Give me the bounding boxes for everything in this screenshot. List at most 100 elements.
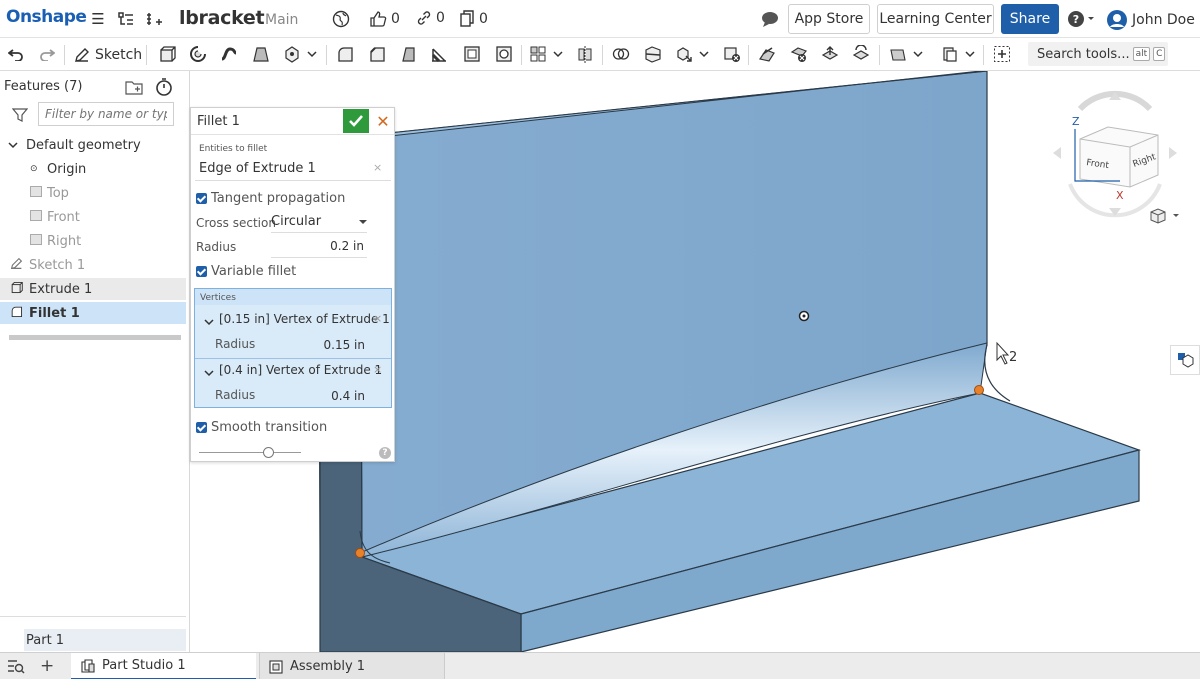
vertex-item[interactable]: [0.4 in] Vertex of Extrude 1 × Radius 0.… <box>195 359 391 407</box>
branch-name[interactable]: Main <box>265 12 298 28</box>
replace-face-icon[interactable] <box>851 44 871 64</box>
undo-icon[interactable] <box>6 44 26 64</box>
thicken-icon[interactable] <box>282 44 302 64</box>
help-icon[interactable]: ? <box>379 447 391 459</box>
transform-icon[interactable] <box>674 44 694 64</box>
tab-manager-icon[interactable] <box>7 658 25 678</box>
tab-assembly-1[interactable]: Assembly 1 <box>259 653 445 679</box>
split-icon[interactable] <box>643 44 663 64</box>
insert-icon[interactable] <box>144 9 164 29</box>
redo-icon[interactable] <box>37 44 57 64</box>
feature-tree-toggle-icon[interactable] <box>116 9 136 29</box>
tree-item-right-plane[interactable]: Right <box>0 230 186 252</box>
add-custom-feature-icon[interactable] <box>992 44 1012 64</box>
revolve-icon[interactable] <box>188 44 208 64</box>
vertices-list[interactable]: Vertices [0.15 in] Vertex of Extrude 1 ×… <box>194 288 392 408</box>
vertex-marker[interactable] <box>974 385 984 395</box>
tab-part-studio-1[interactable]: Part Studio 1 <box>71 653 256 679</box>
plane-icon <box>30 233 44 249</box>
copies-stat[interactable]: 0 <box>459 10 488 27</box>
cross-section-select[interactable]: Circular <box>271 211 367 233</box>
tree-item-sketch-1[interactable]: Sketch 1 <box>0 254 186 276</box>
onshape-logo[interactable]: Onshape <box>6 7 87 27</box>
globe-icon[interactable] <box>331 9 351 29</box>
user-menu[interactable]: John Doe <box>1106 9 1195 31</box>
plane-icon[interactable] <box>888 44 908 64</box>
configurations-panel-toggle[interactable] <box>1170 345 1200 375</box>
shell-icon[interactable] <box>462 44 482 64</box>
chevron-down-icon[interactable] <box>8 138 22 153</box>
radius-input[interactable]: 0.2 in <box>271 236 367 258</box>
comments-icon[interactable] <box>760 9 780 29</box>
links-stat[interactable]: 0 <box>416 10 445 26</box>
app-store-button[interactable]: App Store <box>788 4 870 34</box>
remove-entity-icon[interactable]: × <box>373 161 382 174</box>
toolbar-divider <box>326 45 327 65</box>
chevron-down-icon[interactable] <box>204 366 214 381</box>
entities-field[interactable]: Entities to fillet Edge of Extrude 1 × <box>195 141 391 181</box>
add-folder-icon[interactable] <box>125 79 143 99</box>
smoothness-slider-track[interactable] <box>199 452 301 453</box>
help-menu[interactable]: ? <box>1066 9 1098 29</box>
fillet-icon[interactable] <box>335 44 355 64</box>
chamfer-icon[interactable] <box>367 44 387 64</box>
mirror-icon[interactable] <box>575 44 595 64</box>
rib-icon[interactable] <box>429 44 449 64</box>
hole-icon[interactable] <box>494 44 514 64</box>
tree-item-top-plane[interactable]: Top <box>0 182 186 204</box>
document-name[interactable]: lbracket <box>179 7 265 29</box>
boolean-icon[interactable] <box>611 44 631 64</box>
learning-center-button[interactable]: Learning Center <box>877 4 994 34</box>
vertex-marker[interactable] <box>355 548 365 558</box>
draft-icon[interactable] <box>398 44 418 64</box>
tree-item-fillet-1[interactable]: Fillet 1 <box>0 302 186 324</box>
tree-item-origin[interactable]: ⊙ Origin <box>0 158 186 180</box>
pattern-icon[interactable] <box>528 44 548 64</box>
rollback-timer-icon[interactable] <box>155 78 173 100</box>
remove-vertex-icon[interactable]: × <box>373 312 382 325</box>
likes-stat[interactable]: 0 <box>369 10 400 27</box>
sketch-button[interactable]: Sketch <box>74 44 142 66</box>
mate-connector-icon[interactable] <box>940 44 960 64</box>
smoothness-slider-handle[interactable] <box>263 447 274 458</box>
filter-icon[interactable] <box>11 108 29 126</box>
chevron-down-icon[interactable] <box>963 44 977 64</box>
chevron-down-icon[interactable] <box>204 315 214 330</box>
feature-filter-input[interactable] <box>38 102 174 126</box>
variable-fillet-checkbox[interactable]: Variable fillet <box>196 264 296 279</box>
vertex-radius-value[interactable]: 0.15 in <box>324 338 365 352</box>
chevron-down-icon[interactable] <box>551 44 565 64</box>
remove-vertex-icon[interactable]: × <box>373 363 382 376</box>
share-button[interactable]: Share <box>1001 4 1059 34</box>
vertex-item[interactable]: [0.15 in] Vertex of Extrude 1 × Radius 0… <box>195 305 391 359</box>
radius-value: 0.2 in <box>330 239 364 253</box>
tree-item-extrude-1[interactable]: Extrude 1 <box>0 278 186 300</box>
parts-list-item[interactable]: Part 1 <box>24 629 186 651</box>
chevron-down-icon[interactable] <box>911 44 925 64</box>
chevron-down-icon[interactable] <box>305 44 319 64</box>
modify-fillet-icon[interactable] <box>757 44 777 64</box>
delete-part-icon[interactable] <box>722 44 742 64</box>
sweep-icon[interactable] <box>219 44 239 64</box>
search-tools-button[interactable]: Search tools... alt C <box>1028 42 1168 66</box>
vertex-radius-value[interactable]: 0.4 in <box>331 389 365 403</box>
move-face-icon[interactable] <box>820 44 840 64</box>
menu-icon[interactable]: ☰ <box>88 9 108 29</box>
delete-face-icon[interactable] <box>789 44 809 64</box>
tree-item-front-plane[interactable]: Front <box>0 206 186 228</box>
view-cube-z-label: Z <box>1072 115 1080 128</box>
chevron-down-icon[interactable] <box>697 44 711 64</box>
rollback-bar[interactable] <box>9 335 181 340</box>
tangent-propagation-checkbox[interactable]: Tangent propagation <box>196 191 345 206</box>
accept-button[interactable] <box>343 109 369 133</box>
entity-chip[interactable]: Edge of Extrude 1 <box>199 161 316 176</box>
toolbar-divider <box>146 45 147 65</box>
tree-item-default-geometry[interactable]: Default geometry <box>0 134 186 156</box>
extrude-icon[interactable] <box>157 44 177 64</box>
smooth-transition-checkbox[interactable]: Smooth transition <box>196 420 327 435</box>
view-cube[interactable]: Z X Front Right <box>1050 89 1180 219</box>
loft-icon[interactable] <box>251 44 271 64</box>
view-options-menu[interactable] <box>1148 207 1182 229</box>
cancel-button[interactable]: ✕ <box>371 109 395 133</box>
add-tab-icon[interactable]: + <box>40 656 54 676</box>
